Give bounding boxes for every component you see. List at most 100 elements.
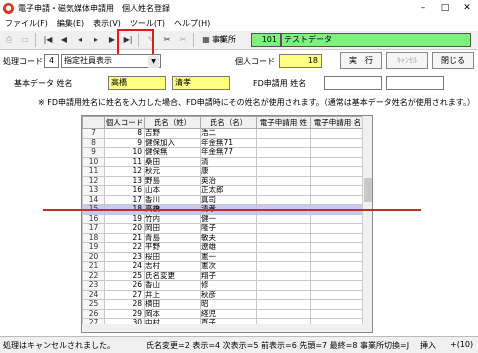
cell-e-first[interactable]: [310, 308, 365, 319]
table-row[interactable]: 16 19 竹内 健一: [82, 213, 365, 224]
cell-code[interactable]: 10: [104, 147, 145, 158]
personal-code-field[interactable]: 18: [279, 54, 322, 68]
cell-first-name[interactable]: 真司: [200, 194, 257, 205]
cell-first-name[interactable]: 年金無71: [200, 137, 257, 148]
cell-e-last[interactable]: [256, 308, 311, 319]
cell-e-first[interactable]: [310, 194, 365, 205]
cell-e-last[interactable]: [256, 137, 311, 148]
cell-e-last[interactable]: [256, 213, 311, 224]
cell-e-first[interactable]: [310, 175, 365, 186]
close-button[interactable]: 閉じる: [432, 52, 474, 69]
cell-first-name[interactable]: 英治: [200, 175, 257, 186]
table-row[interactable]: 21 24 志村 憲次: [82, 261, 365, 272]
cell-first-name[interactable]: 浩二: [200, 128, 257, 139]
cell-code[interactable]: 8: [104, 128, 145, 139]
cell-last-name[interactable]: 野島: [144, 175, 201, 186]
table-row[interactable]: 14 17 香川 真司: [82, 194, 365, 205]
cell-code[interactable]: 23: [104, 251, 145, 262]
preview-icon[interactable]: ▭: [18, 33, 32, 47]
cell-last-name[interactable]: 秋元: [144, 166, 201, 177]
cell-e-last[interactable]: [256, 175, 311, 186]
cell-last-name[interactable]: 桜田: [144, 251, 201, 262]
table-row[interactable]: 20 23 桜田 憲一: [82, 251, 365, 262]
cell-first-name[interactable]: 経児: [200, 308, 257, 319]
cell-e-last[interactable]: [256, 223, 311, 234]
cell-first-name[interactable]: 年金無77: [200, 147, 257, 158]
table-row[interactable]: 7 8 吉野 浩二: [82, 128, 365, 139]
run-button[interactable]: 実 行: [340, 52, 382, 69]
table-row[interactable]: 10 11 桑田清: [82, 156, 365, 167]
table-row[interactable]: 17 20 岡田 隆子: [82, 223, 365, 234]
cell-e-last[interactable]: [256, 299, 311, 310]
cell-e-last[interactable]: [256, 242, 311, 253]
cell-code[interactable]: 12: [104, 166, 145, 177]
table-row[interactable]: 24 27 井上 秋彦: [82, 289, 365, 300]
table-row[interactable]: 11 12 秋元康: [82, 166, 365, 177]
cell-code[interactable]: 22: [104, 242, 145, 253]
cell-code[interactable]: 25: [104, 270, 145, 281]
cell-code[interactable]: 13: [104, 175, 145, 186]
cell-last-name[interactable]: 平野: [144, 242, 201, 253]
cell-e-last[interactable]: [256, 289, 311, 300]
prev-page-icon[interactable]: ◂: [73, 33, 87, 47]
cell-e-first[interactable]: [310, 223, 365, 234]
cell-code[interactable]: 17: [104, 194, 145, 205]
cell-e-first[interactable]: [310, 128, 365, 139]
table-row[interactable]: 22 25 氏名変更 翔子: [82, 270, 365, 281]
cell-code[interactable]: 29: [104, 308, 145, 319]
cell-code[interactable]: 26: [104, 280, 145, 291]
cell-code[interactable]: 24: [104, 261, 145, 272]
print-icon[interactable]: ⎙: [2, 33, 16, 47]
cell-code[interactable]: 20: [104, 223, 145, 234]
copy-icon[interactable]: ✂: [176, 33, 190, 47]
maximize-button[interactable]: □: [434, 0, 456, 16]
menu-file[interactable]: ファイル(F): [5, 18, 48, 29]
cell-e-last[interactable]: [256, 147, 311, 158]
cell-e-first[interactable]: [310, 270, 365, 281]
cell-code[interactable]: 19: [104, 213, 145, 224]
cell-first-name[interactable]: 正太郎: [200, 185, 257, 196]
cell-e-last[interactable]: [256, 166, 311, 177]
chevron-down-icon[interactable]: ▼: [148, 56, 159, 68]
cell-e-first[interactable]: [310, 299, 365, 310]
cell-e-first[interactable]: [310, 242, 365, 253]
fd-last-name-field[interactable]: [324, 76, 382, 90]
cell-first-name[interactable]: 康: [200, 166, 257, 177]
col-header-code[interactable]: 個人コード: [104, 116, 145, 129]
cell-last-name[interactable]: 井上: [144, 289, 201, 300]
horizontal-scrollbar[interactable]: [82, 324, 364, 332]
cell-e-first[interactable]: [310, 185, 365, 196]
next-page-icon[interactable]: ▸: [89, 33, 103, 47]
fd-first-name-field[interactable]: [386, 76, 444, 90]
prev-icon[interactable]: ◀: [57, 33, 71, 47]
cell-e-last[interactable]: [256, 261, 311, 272]
table-row[interactable]: 13 16 山本 正太郎: [82, 185, 365, 196]
cell-last-name[interactable]: 吉野: [144, 128, 201, 139]
process-select[interactable]: 指定社員表示 ▼: [61, 54, 161, 68]
cell-last-name[interactable]: 志村: [144, 261, 201, 272]
cell-last-name[interactable]: 氏名変更: [144, 270, 201, 281]
cell-code[interactable]: 21: [104, 232, 145, 243]
cell-first-name[interactable]: 隆子: [200, 223, 257, 234]
cell-e-first[interactable]: [310, 137, 365, 148]
cell-e-first[interactable]: [310, 251, 365, 262]
cell-first-name[interactable]: 修: [200, 280, 257, 291]
cell-e-first[interactable]: [310, 280, 365, 291]
cell-e-first[interactable]: [310, 213, 365, 224]
cell-e-last[interactable]: [256, 280, 311, 291]
cell-first-name[interactable]: 昭: [200, 299, 257, 310]
minimize-button[interactable]: –: [412, 0, 434, 16]
col-header-e-last[interactable]: 電子申請用 姓: [256, 116, 311, 129]
cell-e-first[interactable]: [310, 289, 365, 300]
scroll-thumb[interactable]: [364, 178, 372, 202]
cell-e-first[interactable]: [310, 166, 365, 177]
vertical-scrollbar[interactable]: [362, 116, 372, 332]
cell-first-name[interactable]: 秋彦: [200, 289, 257, 300]
menu-edit[interactable]: 編集(E): [57, 18, 84, 29]
basic-first-name-field[interactable]: 清孝: [172, 76, 230, 90]
cell-last-name[interactable]: 岡本: [144, 308, 201, 319]
cell-code[interactable]: 27: [104, 289, 145, 300]
cell-last-name[interactable]: 香山: [144, 280, 201, 291]
col-header-e-first[interactable]: 電子申請用 名: [310, 116, 365, 129]
cell-e-last[interactable]: [256, 156, 311, 167]
